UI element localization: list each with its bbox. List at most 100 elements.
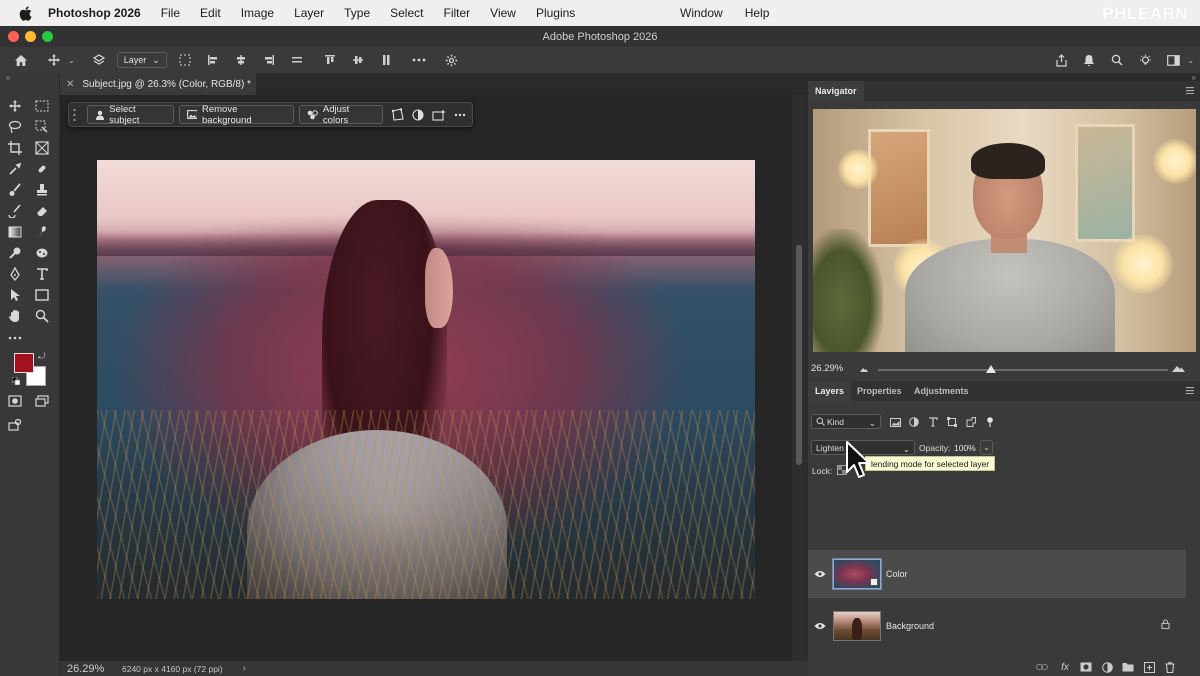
layer-thumbnail[interactable] xyxy=(833,559,881,589)
more-options-icon[interactable] xyxy=(451,105,470,124)
menu-select[interactable]: Select xyxy=(390,6,423,20)
tab-properties[interactable]: Properties xyxy=(850,381,909,401)
gear-icon[interactable] xyxy=(441,49,463,71)
discover-bulb-icon[interactable] xyxy=(1134,49,1156,71)
layer-name[interactable]: Background xyxy=(886,621,934,631)
vertical-scroll-thumb[interactable] xyxy=(796,245,802,465)
zoom-tool-icon[interactable] xyxy=(32,306,52,326)
expand-tools-icon[interactable]: » xyxy=(6,73,10,82)
workspace-icon[interactable] xyxy=(1162,49,1184,71)
filter-shape-layers-icon[interactable] xyxy=(945,415,959,429)
move-tool-icon[interactable] xyxy=(43,49,65,71)
menu-type[interactable]: Type xyxy=(344,6,370,20)
menu-app-name[interactable]: Photoshop 2026 xyxy=(48,6,141,20)
crop-tool-icon[interactable] xyxy=(5,138,25,158)
history-brush-tool-icon[interactable] xyxy=(5,201,25,221)
vertical-scrollbar[interactable] xyxy=(792,95,806,661)
eraser-tool-icon[interactable] xyxy=(32,201,52,221)
navigator-zoom-value[interactable]: 26.29% xyxy=(811,363,843,374)
panel-menu-icon[interactable] xyxy=(1186,86,1194,95)
trash-icon[interactable] xyxy=(1163,661,1177,673)
apple-icon[interactable] xyxy=(16,5,34,21)
layer-row-color[interactable]: Color xyxy=(808,550,1186,598)
frame-tool-icon[interactable] xyxy=(32,138,52,158)
tab-adjustments[interactable]: Adjustments xyxy=(907,381,976,401)
menu-view[interactable]: View xyxy=(490,6,516,20)
adjust-colors-button[interactable]: Adjust colors xyxy=(298,104,383,126)
menu-plugins[interactable]: Plugins xyxy=(536,6,575,20)
tab-navigator[interactable]: Navigator xyxy=(808,81,864,101)
filter-adjustment-layers-icon[interactable] xyxy=(907,415,921,429)
select-subject-button[interactable]: Select subject xyxy=(86,104,174,126)
menu-window[interactable]: Window xyxy=(680,6,723,20)
align-right-icon[interactable] xyxy=(258,49,280,71)
more-options-icon[interactable] xyxy=(408,49,430,71)
menu-edit[interactable]: Edit xyxy=(200,6,221,20)
chevron-down-icon[interactable]: ⌄ xyxy=(68,56,75,65)
path-selection-tool-icon[interactable] xyxy=(5,285,25,305)
type-tool-icon[interactable] xyxy=(32,264,52,284)
generative-fill-icon[interactable] xyxy=(430,105,449,124)
align-center-icon[interactable] xyxy=(230,49,252,71)
zoom-window-button[interactable] xyxy=(42,31,53,42)
minimize-window-button[interactable] xyxy=(25,31,36,42)
panel-menu-icon[interactable] xyxy=(1186,386,1194,395)
document-tab[interactable]: ✕ Subject.jpg @ 26.3% (Color, RGB/8) * xyxy=(60,73,256,95)
edit-toolbar-icon[interactable] xyxy=(5,415,25,435)
layer-name[interactable]: Color xyxy=(886,569,908,579)
smudge-tool-icon[interactable] xyxy=(32,222,52,242)
opacity-value[interactable]: 100% xyxy=(954,443,976,453)
foreground-color-swatch[interactable] xyxy=(14,353,34,373)
new-adjustment-layer-icon[interactable] xyxy=(1100,661,1114,673)
default-colors-icon[interactable] xyxy=(11,376,21,386)
quick-mask-icon[interactable] xyxy=(5,391,25,411)
canvas-area[interactable] xyxy=(60,95,792,661)
more-tools-icon[interactable] xyxy=(5,328,25,348)
spot-healing-tool-icon[interactable] xyxy=(32,159,52,179)
chevron-right-icon[interactable]: › xyxy=(243,663,246,674)
move-tool-icon[interactable] xyxy=(5,96,25,116)
eye-icon[interactable] xyxy=(808,622,832,630)
filter-smart-objects-icon[interactable] xyxy=(964,415,978,429)
close-window-button[interactable] xyxy=(8,31,19,42)
search-icon[interactable] xyxy=(1106,49,1128,71)
navigator-preview[interactable] xyxy=(813,109,1196,352)
remove-background-button[interactable]: Remove background xyxy=(178,104,294,126)
filter-type-layers-icon[interactable] xyxy=(926,415,940,429)
document-image[interactable] xyxy=(97,160,755,599)
transform-controls-icon[interactable] xyxy=(174,49,196,71)
drag-handle-icon[interactable] xyxy=(73,107,79,123)
navigator-zoom-slider[interactable] xyxy=(878,365,1168,373)
opacity-dropdown-button[interactable]: ⌄ xyxy=(980,440,993,455)
align-bottom-icon[interactable] xyxy=(375,49,397,71)
share-icon[interactable] xyxy=(1050,49,1072,71)
close-icon[interactable]: ✕ xyxy=(66,79,74,90)
marquee-tool-icon[interactable] xyxy=(32,96,52,116)
layer-filter-kind-dropdown[interactable]: Kind ⌄ xyxy=(811,414,881,429)
home-icon[interactable] xyxy=(10,49,32,71)
distribute-icon[interactable] xyxy=(286,49,308,71)
status-zoom-level[interactable]: 26.29% xyxy=(67,663,122,675)
menu-filter[interactable]: Filter xyxy=(443,6,470,20)
layer-row-background[interactable]: Background xyxy=(808,602,1186,650)
gradient-tool-icon[interactable] xyxy=(5,222,25,242)
add-mask-icon[interactable] xyxy=(1079,661,1093,673)
menu-file[interactable]: File xyxy=(161,6,180,20)
eye-icon[interactable] xyxy=(808,570,832,578)
screen-mode-icon[interactable] xyxy=(32,391,52,411)
clone-stamp-tool-icon[interactable] xyxy=(32,180,52,200)
tab-layers[interactable]: Layers xyxy=(808,381,852,401)
zoom-out-icon[interactable] xyxy=(860,364,868,375)
new-layer-icon[interactable] xyxy=(1142,661,1156,673)
zoom-in-icon[interactable] xyxy=(1172,364,1185,375)
layer-thumbnail[interactable] xyxy=(833,611,881,641)
lock-icon[interactable] xyxy=(1161,619,1170,632)
new-group-folder-icon[interactable] xyxy=(1121,661,1135,673)
swap-colors-icon[interactable]: ⤾ xyxy=(38,351,46,362)
sponge-tool-icon[interactable] xyxy=(32,243,52,263)
dodge-tool-icon[interactable] xyxy=(5,243,25,263)
object-selection-tool-icon[interactable] xyxy=(32,117,52,137)
align-middle-icon[interactable] xyxy=(347,49,369,71)
adjustment-layer-icon[interactable] xyxy=(409,105,428,124)
menu-image[interactable]: Image xyxy=(241,6,274,20)
